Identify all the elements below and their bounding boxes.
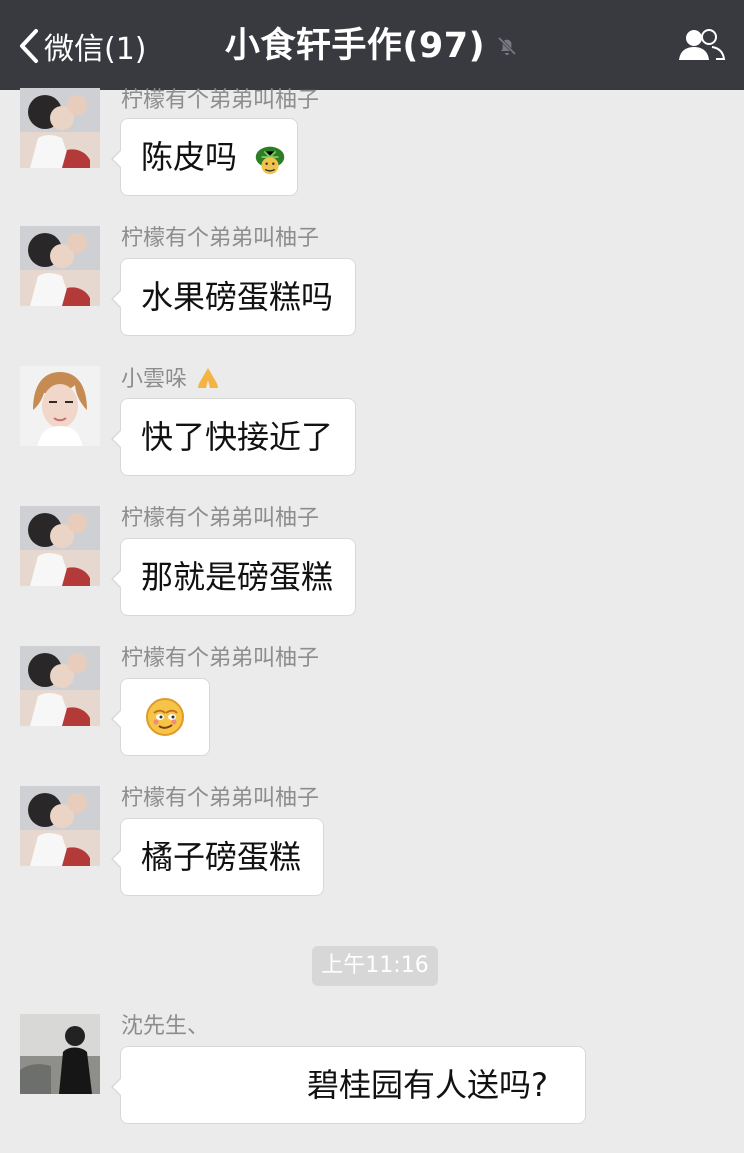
muted-bell-icon [498, 36, 517, 56]
message-text: 那就是磅蛋糕 [141, 558, 334, 596]
timestamp-badge: 上午11:16 [312, 946, 438, 986]
sender-name: 小雲哚 [121, 366, 222, 393]
avatar[interactable] [20, 226, 100, 306]
chat-title: 小食轩手作(97) [0, 22, 744, 70]
chat-title-text: 小食轩手作(97) [224, 26, 486, 66]
message-text: 陈皮吗 [141, 138, 238, 176]
sender-name: 柠檬有个弟弟叫柚子 [121, 88, 320, 113]
avatar[interactable] [20, 88, 100, 168]
girl-avatar-icon [20, 506, 100, 586]
chat-message: 沈先生、 碧桂园有人送吗? [0, 1014, 744, 1134]
girl-avatar-icon [20, 646, 100, 726]
turtle-emoji-icon [255, 146, 285, 175]
message-text: 水果磅蛋糕吗 [141, 278, 334, 316]
group-members-icon[interactable] [676, 26, 726, 66]
avatar[interactable] [20, 366, 100, 446]
message-text: 橘子磅蛋糕 [141, 838, 302, 876]
girl-avatar-icon [20, 786, 100, 866]
message-bubble[interactable] [111, 678, 210, 756]
chat-message: 柠檬有个弟弟叫柚子 [0, 646, 744, 758]
chat-message: 柠檬有个弟弟叫柚子 那就是磅蛋糕 [0, 506, 744, 618]
sender-name: 沈先生、 [121, 1014, 210, 1039]
message-bubble[interactable]: 陈皮吗 [111, 118, 298, 196]
message-bubble[interactable]: 橘子磅蛋糕 [111, 818, 324, 896]
chat-message: 柠檬有个弟弟叫柚子 陈皮吗 [0, 88, 744, 200]
chat-message: 小雲哚 快了快接近了 [0, 366, 744, 478]
sender-name-text: 小雲哚 [121, 367, 188, 392]
message-bubble[interactable]: 碧桂园有人送吗? [111, 1046, 586, 1124]
folded-hands-emoji-icon [198, 368, 219, 388]
message-text: 快了快接近了 [141, 418, 334, 456]
sender-name: 柠檬有个弟弟叫柚子 [121, 646, 320, 671]
girl-avatar-icon [20, 226, 100, 306]
avatar[interactable] [20, 506, 100, 586]
navigation-bar: 微信(1) 小食轩手作(97) [0, 0, 744, 90]
woman-avatar-icon [20, 366, 100, 446]
man-silhouette-avatar-icon [20, 1014, 100, 1094]
sender-name: 柠檬有个弟弟叫柚子 [121, 506, 320, 531]
message-text: 碧桂园有人送吗? [307, 1066, 548, 1104]
chat-screen: 微信(1) 小食轩手作(97) 柠檬有个弟弟叫柚子 陈皮吗 柠檬有个弟弟叫柚子 … [0, 0, 744, 1153]
sender-name: 柠檬有个弟弟叫柚子 [121, 226, 320, 251]
chat-message: 柠檬有个弟弟叫柚子 水果磅蛋糕吗 [0, 226, 744, 338]
smirk-face-emoji-icon [146, 698, 184, 736]
avatar[interactable] [20, 1014, 100, 1094]
message-bubble[interactable]: 水果磅蛋糕吗 [111, 258, 356, 336]
message-bubble[interactable]: 快了快接近了 [111, 398, 356, 476]
message-bubble[interactable]: 那就是磅蛋糕 [111, 538, 356, 616]
avatar[interactable] [20, 786, 100, 866]
girl-avatar-icon [20, 88, 100, 168]
sender-name: 柠檬有个弟弟叫柚子 [121, 786, 320, 811]
chat-message: 柠檬有个弟弟叫柚子 橘子磅蛋糕 [0, 786, 744, 898]
avatar[interactable] [20, 646, 100, 726]
